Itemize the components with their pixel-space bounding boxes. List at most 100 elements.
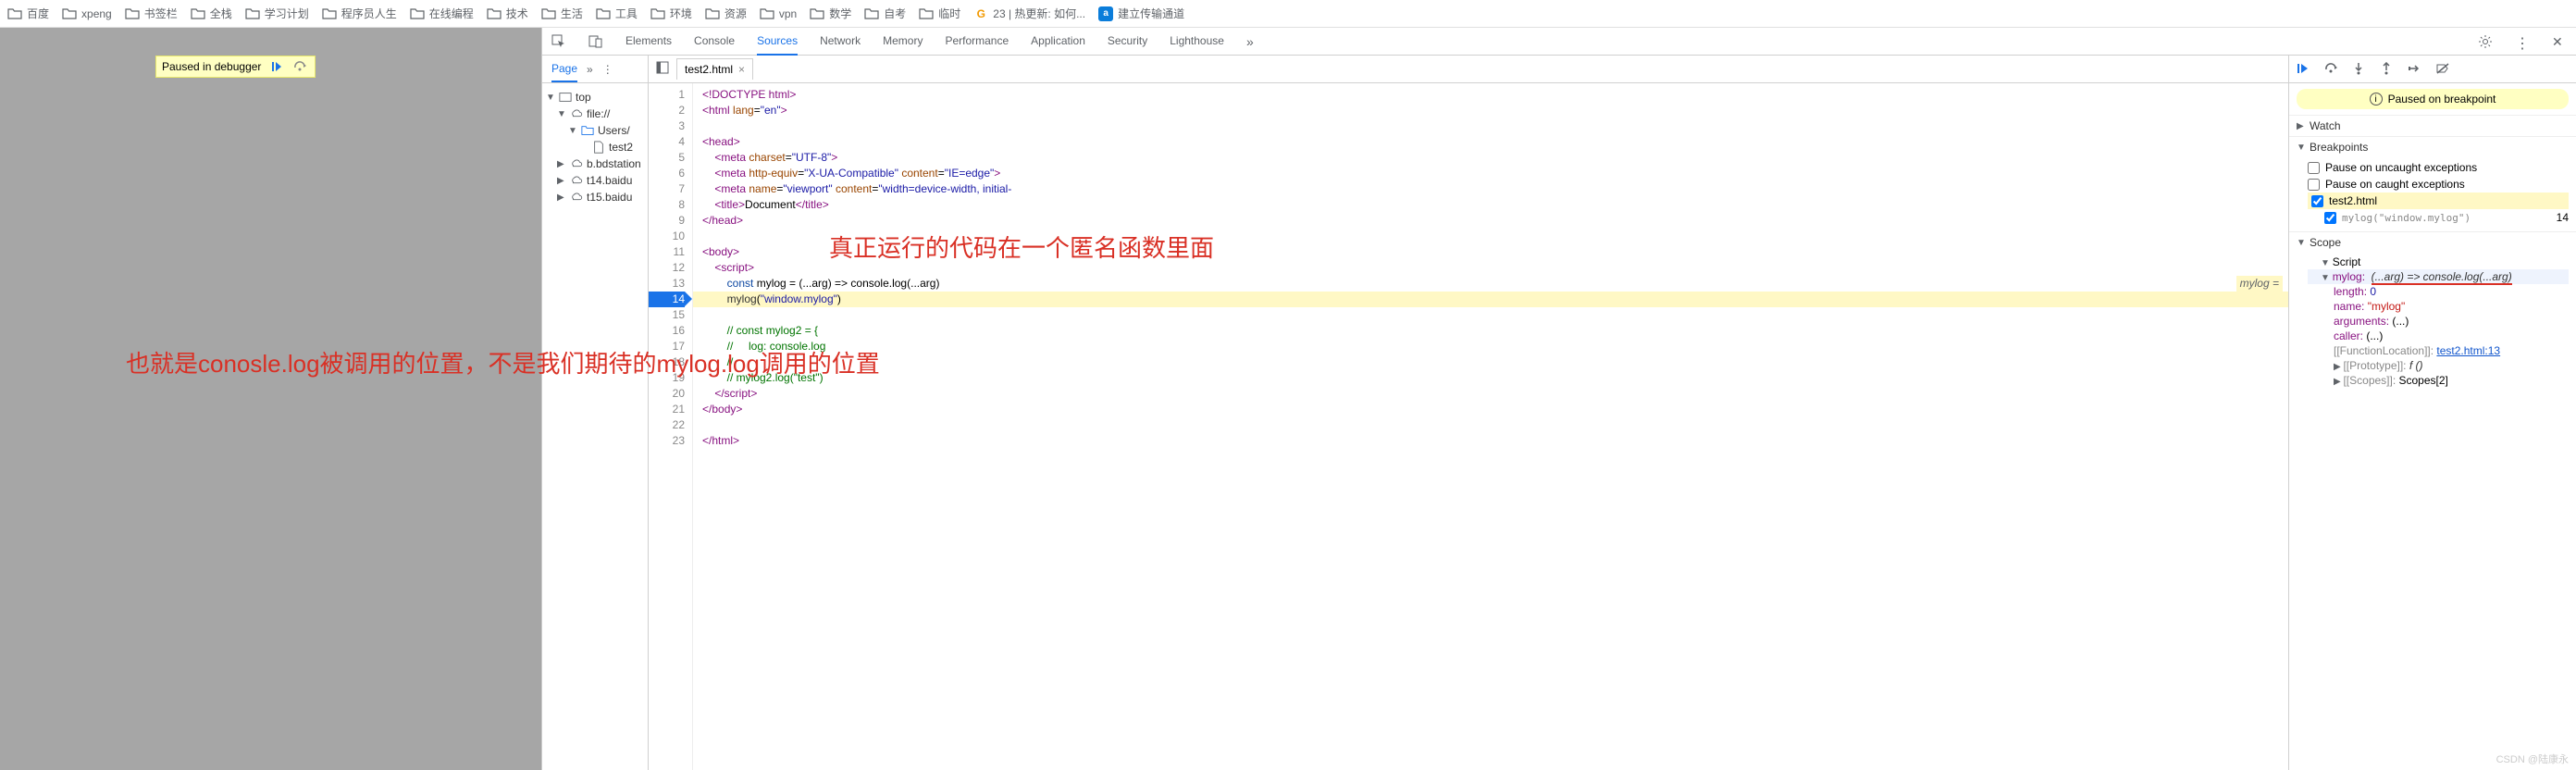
devtools-tab-security[interactable]: Security xyxy=(1108,28,1147,56)
scope-arguments[interactable]: arguments: (...) xyxy=(2308,314,2569,329)
code-line[interactable]: <head> xyxy=(693,134,2288,150)
code-line[interactable] xyxy=(693,118,2288,134)
scope-prototype[interactable]: ▶ [[Prototype]]: f () xyxy=(2308,358,2569,373)
close-tab-icon[interactable]: × xyxy=(738,63,745,76)
code-line[interactable]: <title>Document</title> xyxy=(693,197,2288,213)
code-line[interactable] xyxy=(693,307,2288,323)
bookmark-item[interactable]: 书签栏 xyxy=(125,6,178,21)
code-editor[interactable]: 1234567891011121314151617181920212223 <!… xyxy=(649,83,2288,770)
code-line[interactable]: <meta charset="UTF-8"> xyxy=(693,150,2288,166)
breakpoint-code-row[interactable]: mylog("window.mylog") 14 xyxy=(2308,209,2569,226)
code-line[interactable]: </html> xyxy=(693,433,2288,449)
tree-users-folder[interactable]: ▼Users/ xyxy=(546,122,644,139)
file-tab-test2[interactable]: test2.html × xyxy=(676,58,753,80)
breakpoints-body: Pause on uncaught exceptions Pause on ca… xyxy=(2289,157,2576,231)
step-over-icon[interactable] xyxy=(2324,62,2339,77)
page-navigator-header: Page » ⋮ xyxy=(542,56,648,83)
devtools-tab-sources[interactable]: Sources xyxy=(757,28,798,56)
bookmark-item[interactable]: 环境 xyxy=(650,6,692,21)
tree-t15[interactable]: ▶t15.baidu xyxy=(546,189,644,205)
scope-length[interactable]: length: 0 xyxy=(2308,284,2569,299)
bookmark-item[interactable]: 自考 xyxy=(864,6,906,21)
breakpoint-line-toggle[interactable] xyxy=(2324,212,2336,224)
toggle-navigator-icon[interactable] xyxy=(656,61,669,77)
settings-icon[interactable] xyxy=(2478,34,2493,49)
tree-top[interactable]: ▼top xyxy=(546,89,644,106)
resume-button[interactable] xyxy=(268,59,285,74)
bookmark-item[interactable]: 生活 xyxy=(541,6,583,21)
code-line[interactable]: mylog("window.mylog") xyxy=(693,292,2288,307)
code-line[interactable]: <meta http-equiv="X-UA-Compatible" conte… xyxy=(693,166,2288,181)
breakpoints-section[interactable]: ▼Breakpoints xyxy=(2289,136,2576,157)
bookmark-item[interactable]: a建立传输通道 xyxy=(1098,6,1184,21)
bookmark-item[interactable]: 在线编程 xyxy=(410,6,474,21)
devtools-tab-lighthouse[interactable]: Lighthouse xyxy=(1170,28,1224,56)
code-line[interactable]: <!DOCTYPE html> xyxy=(693,87,2288,103)
bookmark-item[interactable]: 临时 xyxy=(919,6,960,21)
tree-file-origin[interactable]: ▼file:// xyxy=(546,106,644,122)
code-line[interactable]: // const mylog2 = { xyxy=(693,323,2288,339)
devtools-tab-network[interactable]: Network xyxy=(820,28,861,56)
pause-caught-checkbox[interactable]: Pause on caught exceptions xyxy=(2308,176,2569,192)
watch-section[interactable]: ▶Watch xyxy=(2289,115,2576,136)
pause-uncaught-checkbox[interactable]: Pause on uncaught exceptions xyxy=(2308,159,2569,176)
bookmark-item[interactable]: 资源 xyxy=(705,6,747,21)
editor-tab-bar: test2.html × xyxy=(649,56,2288,83)
close-devtools-icon[interactable]: ✕ xyxy=(2552,34,2567,49)
step-over-button[interactable] xyxy=(292,59,309,74)
bookmark-item[interactable]: vpn xyxy=(760,6,797,21)
scope-section[interactable]: ▼Scope xyxy=(2289,231,2576,253)
bookmark-item[interactable]: xpeng xyxy=(62,6,112,21)
tree-bdstation[interactable]: ▶b.bdstation xyxy=(546,155,644,172)
code-line[interactable]: <meta name="viewport" content="width=dev… xyxy=(693,181,2288,197)
bookmark-label: xpeng xyxy=(81,7,112,20)
more-navigator-icon[interactable]: » xyxy=(587,63,593,76)
bookmark-item[interactable]: 学习计划 xyxy=(245,6,309,21)
line-gutter[interactable]: 1234567891011121314151617181920212223 xyxy=(649,83,693,770)
scope-name[interactable]: name: "mylog" xyxy=(2308,299,2569,314)
code-content[interactable]: <!DOCTYPE html><html lang="en"> <head> <m… xyxy=(693,83,2288,770)
scope-caller[interactable]: caller: (...) xyxy=(2308,329,2569,343)
navigator-menu-icon[interactable]: ⋮ xyxy=(602,63,613,76)
breakpoint-code-label: mylog("window.mylog") xyxy=(2342,212,2471,224)
page-tab[interactable]: Page xyxy=(551,56,577,82)
devtools-tab-elements[interactable]: Elements xyxy=(625,28,672,56)
code-line[interactable]: </head> xyxy=(693,213,2288,229)
scope-script[interactable]: ▼ Script xyxy=(2308,255,2569,269)
device-toolbar-icon[interactable] xyxy=(588,34,603,49)
devtools-tab-memory[interactable]: Memory xyxy=(883,28,923,56)
breakpoint-entry[interactable]: test2.html xyxy=(2308,192,2569,209)
scope-function-location[interactable]: [[FunctionLocation]]: test2.html:13 xyxy=(2308,343,2569,358)
bookmark-item[interactable]: 程序员人生 xyxy=(322,6,397,21)
scope-scopes[interactable]: ▶ [[Scopes]]: Scopes[2] xyxy=(2308,373,2569,388)
more-tabs-icon[interactable]: » xyxy=(1246,34,1261,49)
devtools-tab-performance[interactable]: Performance xyxy=(945,28,1009,56)
step-icon[interactable] xyxy=(2408,62,2422,77)
inspect-element-icon[interactable] xyxy=(551,34,566,49)
bookmark-label: 全栈 xyxy=(210,6,232,21)
code-line[interactable]: </script> xyxy=(693,386,2288,402)
code-line[interactable]: </body> xyxy=(693,402,2288,417)
bookmark-item[interactable]: 百度 xyxy=(7,6,49,21)
scope-mylog[interactable]: ▼ mylog: (...arg) => console.log(...arg) xyxy=(2308,269,2569,284)
step-into-icon[interactable] xyxy=(2352,62,2367,77)
bookmark-label: 工具 xyxy=(615,6,638,21)
code-line[interactable] xyxy=(693,417,2288,433)
devtools-tab-application[interactable]: Application xyxy=(1031,28,1085,56)
more-options-icon[interactable]: ⋮ xyxy=(2515,34,2530,49)
code-line[interactable]: const mylog = (...arg) => console.log(..… xyxy=(693,276,2288,292)
tree-test2-file[interactable]: test2 xyxy=(546,139,644,155)
bookmark-item[interactable]: 全栈 xyxy=(191,6,232,21)
bookmark-item[interactable]: 数学 xyxy=(810,6,851,21)
tree-t14[interactable]: ▶t14.baidu xyxy=(546,172,644,189)
devtools-toolbar: Elements Console Sources Network Memory Perfo… xyxy=(542,28,2576,56)
resume-icon[interactable] xyxy=(2297,62,2311,77)
deactivate-breakpoints-icon[interactable] xyxy=(2435,62,2450,77)
bookmark-item[interactable]: 工具 xyxy=(596,6,638,21)
code-line[interactable]: <html lang="en"> xyxy=(693,103,2288,118)
bookmark-item[interactable]: 技术 xyxy=(487,6,528,21)
step-out-icon[interactable] xyxy=(2380,62,2395,77)
breakpoint-toggle[interactable] xyxy=(2311,195,2323,207)
bookmark-item[interactable]: G23 | 热更新: 如何... xyxy=(973,6,1085,21)
devtools-tab-console[interactable]: Console xyxy=(694,28,735,56)
